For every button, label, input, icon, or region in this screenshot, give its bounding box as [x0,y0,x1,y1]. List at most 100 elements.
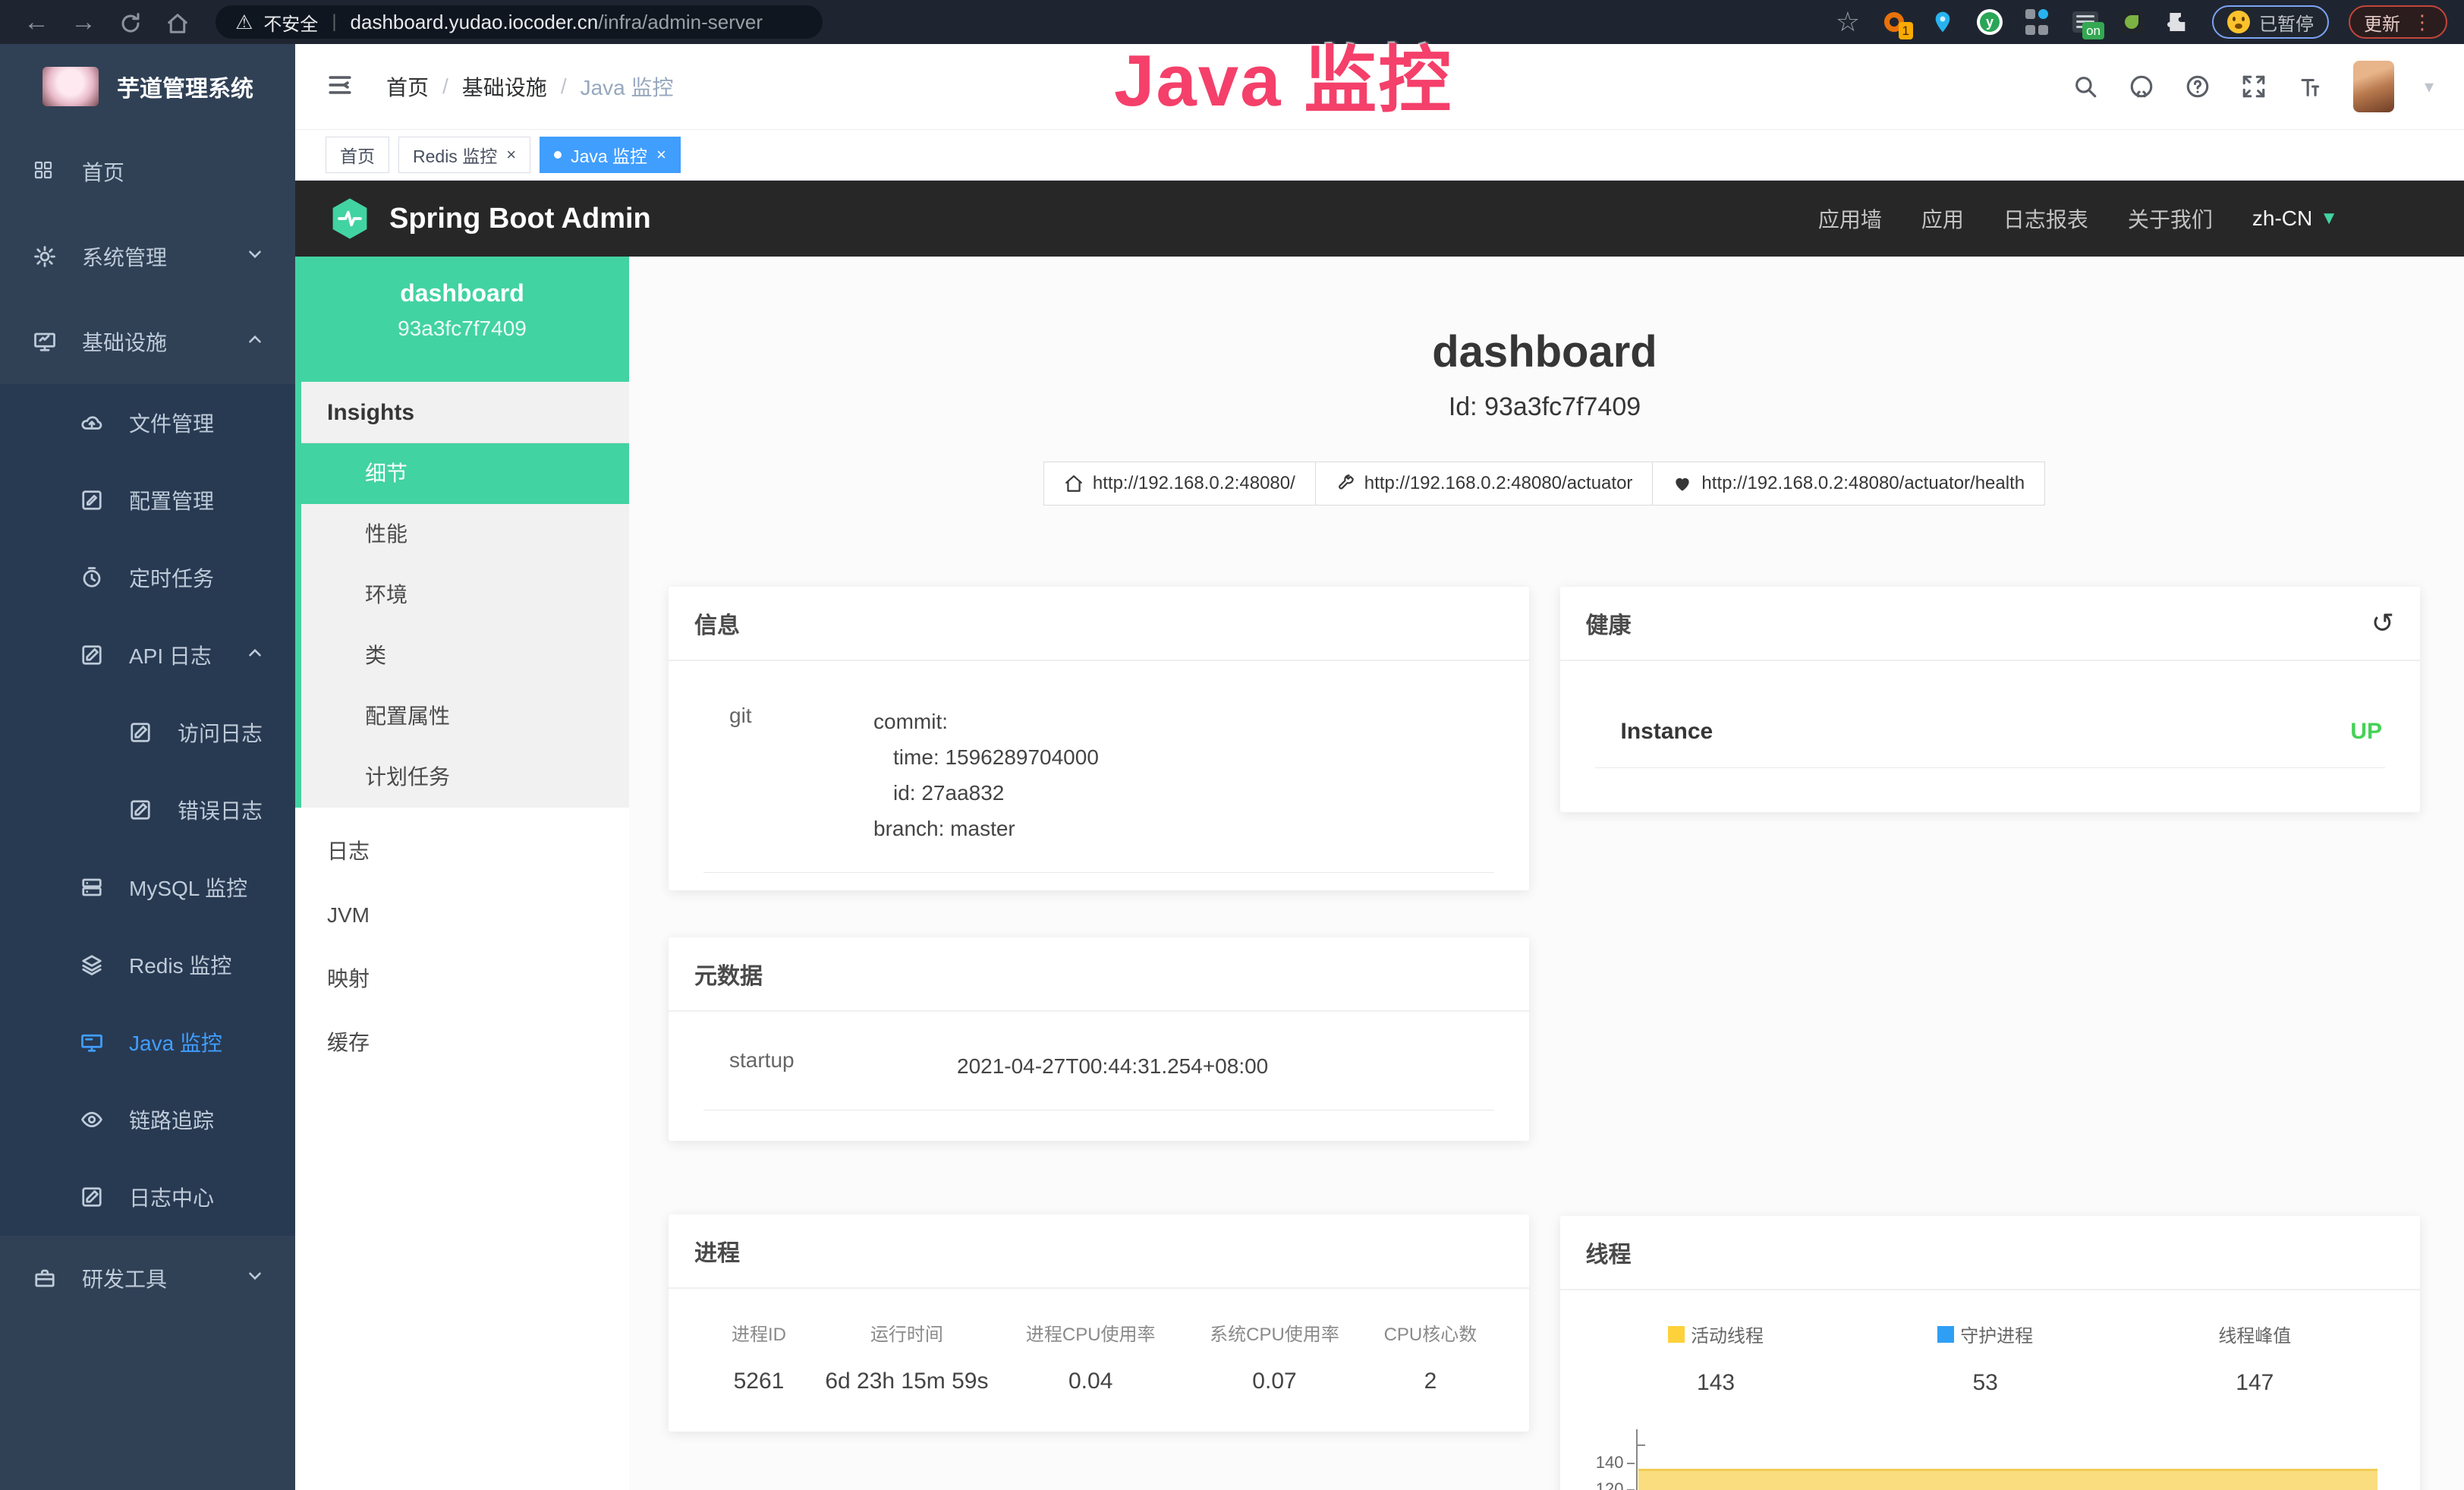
help-icon[interactable] [2185,74,2211,99]
log-center-icon [80,1186,103,1208]
gear-icon [33,245,56,268]
close-icon[interactable]: × [506,145,516,165]
sba-nav-wallboard[interactable]: 应用墙 [1818,203,1882,234]
sidebar-item-redis-monitor[interactable]: Redis 监控 [0,926,295,1003]
sidebar-item-logs[interactable]: 日志 [295,820,629,884]
spring-boot-admin-logo-icon [330,197,370,240]
chevron-up-icon [245,329,265,354]
eye-icon [80,1108,103,1131]
insight-item-classes[interactable]: 类 [301,625,629,686]
app-title: 芋道管理系统 [117,70,253,103]
actuator-url-link[interactable]: http://192.168.0.2:48080/actuator [1315,461,1654,506]
browser-home-icon[interactable] [158,8,197,37]
tab-java-monitor[interactable]: Java 监控 × [540,137,681,173]
search-icon[interactable] [2072,74,2098,99]
collapse-sidebar-icon[interactable] [326,72,354,102]
leaf-extension-icon[interactable] [2119,10,2144,34]
tab-home[interactable]: 首页 [326,137,389,173]
instance-id: 93a3fc7f7409 [295,317,629,341]
metadata-key: startup [729,1048,957,1084]
list-extension-icon[interactable]: on [2071,8,2100,36]
threads-panel-title: 线程 [1586,1236,1632,1269]
green-y-extension-icon[interactable]: y [1977,9,2003,35]
tab-redis-monitor[interactable]: Redis 监控 × [398,137,530,173]
sidebar-item-home[interactable]: 首页 [0,129,295,214]
github-icon[interactable] [2129,74,2154,99]
process-table-header: 进程ID 运行时间 进程CPU使用率 系统CPU使用率 CPU核心数 [699,1319,1499,1346]
sidebar-item-error-log[interactable]: 错误日志 [0,771,295,849]
health-instance-label: Instance [1621,719,1713,745]
sidebar-item-mysql-monitor[interactable]: MySQL 监控 [0,849,295,926]
font-size-icon[interactable] [2297,74,2323,99]
cpu-cores: 2 [1362,1369,1498,1394]
address-bar[interactable]: ⚠ 不安全 | dashboard.yudao.iocoder.cn/infra… [216,5,823,39]
sidebar-item-file-manage[interactable]: 文件管理 [0,384,295,461]
insight-item-metrics[interactable]: 性能 [301,504,629,565]
sba-nav-about[interactable]: 关于我们 [2128,203,2213,234]
browser-back-icon[interactable]: ← [17,8,56,37]
sidebar-item-caches[interactable]: 缓存 [295,1011,629,1075]
browser-update-button[interactable]: 更新 ⋮ [2349,5,2447,39]
sidebar-item-infrastructure[interactable]: 基础设施 [0,299,295,384]
user-menu-caret-icon[interactable]: ▾ [2425,76,2434,98]
user-avatar[interactable] [2353,61,2394,112]
insight-item-scheduled-tasks[interactable]: 计划任务 [301,747,629,808]
browser-reload-icon[interactable] [111,8,150,37]
service-url-link[interactable]: http://192.168.0.2:48080/ [1043,461,1316,506]
legend-live-threads: 活动线程 143 [1581,1321,1851,1396]
browser-menu-icon[interactable]: ⋮ [2412,11,2432,34]
insights-group-title: Insights [301,382,629,443]
instance-header[interactable]: dashboard 93a3fc7f7409 [295,257,629,382]
sidebar-item-schedule[interactable]: 定时任务 [0,539,295,616]
insight-item-details[interactable]: 细节 [301,443,629,504]
sidebar-item-access-log[interactable]: 访问日志 [0,694,295,771]
access-log-icon [129,721,152,744]
process-uptime: 6d 23h 15m 59s [819,1369,995,1394]
chevron-down-icon [245,244,265,269]
breadcrumb-infrastructure[interactable]: 基础设施 [462,71,547,102]
home-icon [1064,474,1084,493]
threads-area-chart: 140 120 100 [1581,1429,2390,1490]
fullscreen-icon[interactable] [2241,74,2267,99]
close-icon[interactable]: × [656,145,666,165]
sba-nav-applications[interactable]: 应用 [1921,203,1964,234]
sidebar: 芋道管理系统 首页 系统管理 基础设施 文件管理 [0,44,295,1490]
page-title: dashboard [669,326,2421,377]
sba-nav-journal[interactable]: 日志报表 [2003,203,2088,234]
pin-extension-icon[interactable] [1928,8,1957,36]
sidebar-item-config-manage[interactable]: 配置管理 [0,461,295,539]
locale-selector[interactable]: zh-CN ▼ [2252,206,2338,231]
sidebar-item-mappings[interactable]: 映射 [295,947,629,1011]
breadcrumb-home[interactable]: 首页 [386,71,429,102]
insight-item-environment[interactable]: 环境 [301,565,629,625]
sidebar-item-java-monitor[interactable]: Java 监控 [0,1003,295,1081]
breadcrumb: 首页 / 基础设施 / Java 监控 [386,71,674,102]
sidebar-item-system[interactable]: 系统管理 [0,214,295,299]
wrench-icon [1336,474,1355,493]
sidebar-item-log-center[interactable]: 日志中心 [0,1158,295,1236]
bookmark-star-icon[interactable]: ☆ [1836,6,1860,38]
instance-details: dashboard Id: 93a3fc7f7409 http://192.16… [629,257,2464,1490]
active-dot-icon [554,151,562,159]
sidebar-item-jvm[interactable]: JVM [295,884,629,947]
cloud-upload-icon [80,411,103,434]
breadcrumb-current: Java 监控 [581,71,674,102]
puzzle-extensions-icon[interactable] [2163,8,2192,36]
tab-bar: 首页 Redis 监控 × Java 监控 × [295,129,2464,181]
grid-extension-icon[interactable] [2022,8,2051,36]
sidebar-item-api-log[interactable]: API 日志 [0,616,295,694]
browser-forward-icon[interactable]: → [64,8,103,37]
app-logo[interactable]: 芋道管理系统 [0,44,295,129]
chevron-down-icon: ▼ [2320,208,2338,229]
orange-extension-icon[interactable]: 1 [1880,8,1909,36]
history-icon[interactable]: ↺ [2371,607,2394,639]
chart-y-axis: 140 120 100 [1581,1429,1636,1490]
chevron-down-icon [245,1266,265,1291]
sidebar-item-trace[interactable]: 链路追踪 [0,1081,295,1158]
sidebar-item-devtools[interactable]: 研发工具 [0,1236,295,1321]
metadata-startup-row: startup 2021-04-27T00:44:31.254+08:00 [703,1044,1494,1110]
health-url-link[interactable]: http://192.168.0.2:48080/actuator/health [1652,461,2045,506]
insight-item-config-props[interactable]: 配置属性 [301,686,629,747]
profile-paused-button[interactable]: 已暂停 [2212,5,2329,39]
live-threads-area [1638,1469,2378,1490]
